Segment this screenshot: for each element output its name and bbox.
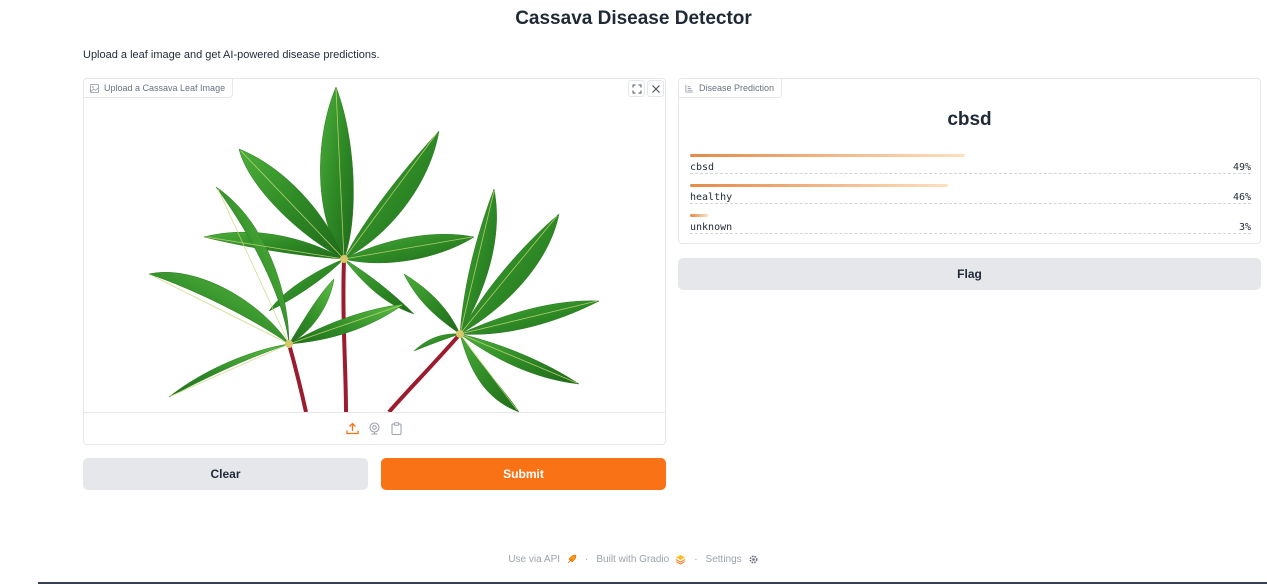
prediction-label-text: Disease Prediction [699,83,775,93]
label-icon [685,84,694,93]
confidence-row: cbsd 49% [690,154,1251,180]
use-via-api-link[interactable]: Use via API [508,554,560,565]
gear-icon [749,555,758,564]
built-with-gradio-link[interactable]: Built with Gradio [596,554,669,565]
confidence-dots [690,233,1251,234]
webcam-icon [369,422,380,435]
footer: Use via API · Built with Gradio · Settin… [0,554,1267,565]
page-title: Cassava Disease Detector [515,8,752,29]
webcam-source-button[interactable] [368,422,382,436]
image-input-label-text: Upload a Cassava Leaf Image [104,83,226,93]
confidence-row: healthy 46% [690,184,1251,210]
top-prediction: cbsd [947,109,992,130]
image-source-bar [84,412,665,444]
submit-button[interactable]: Submit [381,458,666,490]
confidence-label: unknown [690,222,736,233]
close-icon [651,84,660,93]
confidence-label: healthy [690,192,736,203]
clear-image-button[interactable] [647,80,664,97]
clipboard-icon [391,422,402,435]
cassava-leaf-picture [148,86,600,412]
fullscreen-icon [632,84,641,93]
image-toolbar [627,79,665,98]
confidence-bar [690,184,948,187]
prediction-label: Disease Prediction [679,79,783,98]
confidence-value: 3% [1235,222,1251,233]
confidence-value: 49% [1229,162,1251,173]
confidence-dots [690,173,1251,174]
confidence-value: 46% [1229,192,1251,203]
upload-icon [346,422,359,435]
confidence-bar [690,214,708,217]
footer-separator: · [694,554,698,565]
upload-source-button[interactable] [346,422,360,436]
image-input-panel[interactable]: Upload a Cassava Leaf Image [83,78,666,445]
rocket-icon [567,554,577,564]
page-description: Upload a leaf image and get AI-powered d… [83,49,380,61]
footer-separator: · [585,554,589,565]
prediction-panel: Disease Prediction cbsd cbsd 49% healthy… [678,78,1261,244]
confidence-label: cbsd [690,162,718,173]
confidence-bar [690,154,965,157]
settings-link[interactable]: Settings [706,554,742,565]
confidence-row: unknown 3% [690,214,1251,240]
image-input-label: Upload a Cassava Leaf Image [84,79,234,98]
gradio-logo-icon [675,555,686,565]
image-icon [90,83,99,93]
flag-button[interactable]: Flag [678,258,1261,290]
fullscreen-button[interactable] [628,80,645,97]
leaf-image [84,79,665,412]
clear-button[interactable]: Clear [83,458,368,490]
clipboard-source-button[interactable] [390,422,404,436]
confidence-dots [690,203,1251,204]
